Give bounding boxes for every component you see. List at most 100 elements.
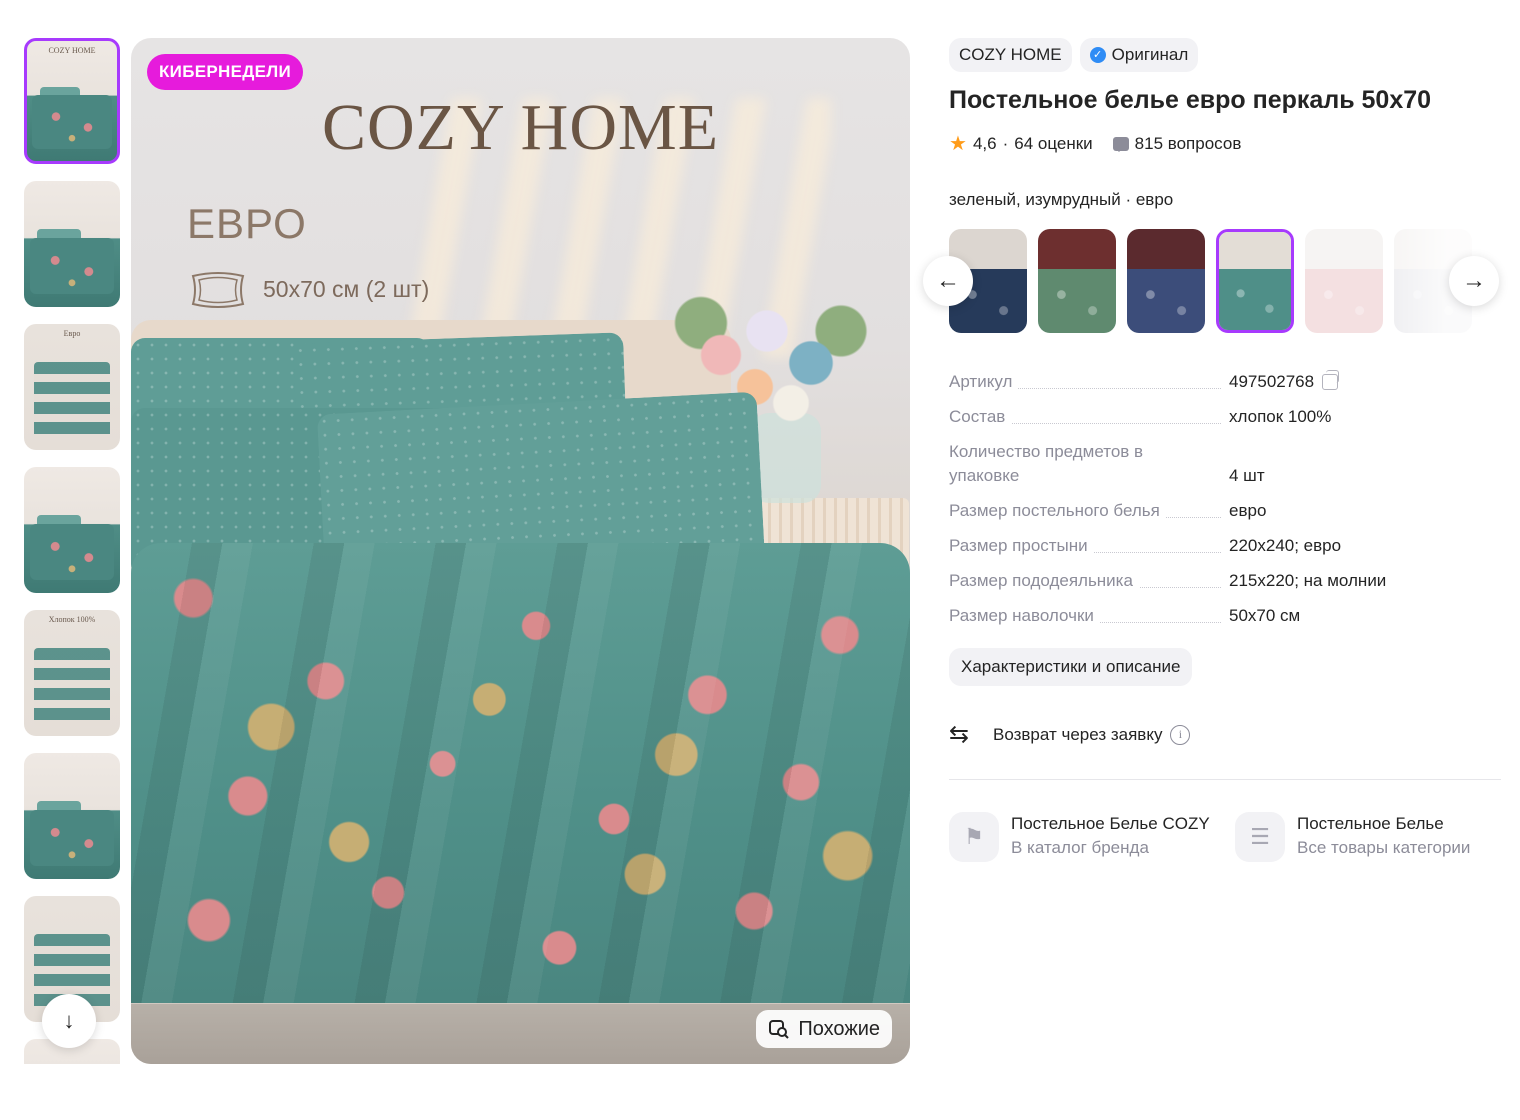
spec-value-cell: 497502768 — [1229, 370, 1340, 394]
similar-search-icon — [769, 1020, 790, 1039]
star-icon: ★ — [949, 133, 967, 155]
thumbnail-bed — [32, 95, 112, 149]
variant-bedding — [1219, 269, 1291, 330]
specs-list: Артикул 497502768 Состав хлопок 100% Количес… — [949, 370, 1501, 639]
spec-row: Размер простыни 220х240; евро — [949, 534, 1501, 558]
spec-label: Артикул — [949, 372, 1019, 391]
color-variant-thumbnail[interactable] — [1216, 229, 1294, 333]
thumbnail-content — [33, 361, 111, 440]
carousel-next-button[interactable]: → — [1449, 256, 1499, 306]
spec-value-cell: евро — [1229, 499, 1266, 523]
spec-label-cell: Количество предметов в упаковке — [949, 440, 1169, 488]
color-variant-thumbnail[interactable] — [1038, 229, 1116, 333]
variant-backdrop — [1305, 229, 1383, 269]
spec-value: 220х240; евро — [1229, 536, 1342, 555]
related-links: ⚑ Постельное Белье COZY HOME В каталог бре… — [949, 812, 1501, 862]
thumbnail-bed — [29, 523, 115, 581]
gallery-thumbnail[interactable] — [24, 753, 120, 879]
arrow-down-icon: ↓ — [63, 1008, 75, 1033]
thumbnail-caption: Евро — [63, 329, 81, 338]
color-variant-thumbnail[interactable] — [1305, 229, 1383, 333]
spec-label: Размер постельного белья — [949, 501, 1166, 520]
spec-row: Размер постельного белья евро — [949, 499, 1501, 523]
image-size-title: ЕВРО — [187, 200, 307, 247]
gallery-thumbnail[interactable]: Хлопок 100% — [24, 610, 120, 736]
brand-chip[interactable]: COZY HOME — [949, 38, 1072, 72]
duvet-folds — [131, 543, 910, 1003]
spec-row: Состав хлопок 100% — [949, 405, 1501, 429]
layers-icon: ☰ — [1235, 812, 1285, 862]
carousel-prev-button[interactable]: ← — [923, 256, 973, 306]
original-label: Оригинал — [1111, 45, 1189, 64]
link-text: Постельное Белье COZY HOME В каталог брен… — [1011, 812, 1213, 860]
variant-carousel: ← → — [923, 229, 1501, 333]
questions-link[interactable]: 815 вопросов — [1135, 134, 1242, 154]
spec-value-cell: 220х240; евро — [1229, 534, 1341, 558]
thumbnail-caption: COZY HOME — [48, 46, 96, 55]
brand-chips: COZY HOME ✓ Оригинал — [949, 38, 1501, 72]
brand-catalog-link[interactable]: ⚑ Постельное Белье COZY HOME В каталог бре… — [949, 812, 1213, 862]
spec-value: евро — [1229, 501, 1267, 520]
spec-value: 497502768 — [1229, 372, 1315, 391]
spec-value: 215х220; на молнии — [1229, 571, 1387, 590]
original-chip[interactable]: ✓ Оригинал — [1079, 38, 1199, 72]
spec-row: Артикул 497502768 — [949, 370, 1501, 394]
link-subtitle: В каталог бренда — [1011, 838, 1149, 857]
gallery-thumbnail[interactable]: COZY HOME — [24, 38, 120, 164]
thumbnail-bed — [29, 237, 115, 295]
spec-label-cell: Состав — [949, 405, 1229, 429]
main-product-image[interactable]: COZY HOME ЕВРО 50х70 см (2 шт) КИБЕРНЕДЕ… — [131, 38, 910, 1064]
link-text: Постельное Белье Все товары категории — [1297, 812, 1470, 860]
spec-label-cell: Размер наволочки — [949, 604, 1229, 628]
spec-label-cell: Размер постельного белья — [949, 499, 1229, 523]
rating-value[interactable]: 4,6 — [973, 134, 997, 154]
thumbnail-caption: Хлопок 100% — [48, 615, 96, 624]
return-policy: ⇆ Возврат через заявку i — [949, 720, 1191, 749]
characteristics-button[interactable]: Характеристики и описание — [949, 648, 1193, 686]
spec-label: Количество предметов в упаковке — [949, 442, 1144, 485]
thumbnail-content — [33, 647, 111, 726]
link-title: Постельное Белье COZY HOME — [1011, 814, 1213, 833]
tag-icon: ⚑ — [949, 812, 999, 862]
variant-backdrop — [1038, 229, 1116, 269]
category-link[interactable]: ☰ Постельное Белье Все товары категории — [1235, 812, 1499, 862]
variant-backdrop — [1127, 229, 1205, 269]
product-info-panel: COZY HOME ✓ Оригинал Постельное белье ев… — [923, 38, 1501, 862]
gallery-thumbnail[interactable] — [24, 467, 120, 593]
spec-value-cell: 215х220; на молнии — [1229, 569, 1386, 593]
question-bubble-icon — [1112, 136, 1129, 152]
variant-backdrop — [1219, 232, 1291, 270]
rating-separator: · — [1002, 133, 1009, 153]
thumbnail-strip: COZY HOME Евро Хлопок 100% — [24, 38, 120, 1064]
spec-label-cell: Размер простыни — [949, 534, 1229, 558]
spec-value-cell: 4 шт — [1229, 464, 1265, 488]
spec-label: Размер простыни — [949, 536, 1094, 555]
reviews-link[interactable]: 64 оценки — [1014, 134, 1092, 154]
variant-bedding — [1127, 268, 1205, 333]
spec-value: 50х70 см — [1229, 606, 1301, 625]
spec-row: Размер пододеяльника 215х220; на молнии — [949, 569, 1501, 593]
link-title: Постельное Белье — [1297, 814, 1444, 833]
spec-row: Размер наволочки 50х70 см — [949, 604, 1501, 628]
gallery-thumbnail[interactable]: Евро — [24, 324, 120, 450]
spec-label: Размер пододеяльника — [949, 571, 1139, 590]
product-title: Постельное белье евро перкаль 50х70 — [949, 86, 1432, 114]
spec-label-cell: Размер пододеяльника — [949, 569, 1229, 593]
divider — [949, 779, 1501, 780]
info-icon[interactable]: i — [1170, 724, 1191, 745]
copy-icon[interactable] — [1322, 370, 1340, 390]
spec-value-cell: хлопок 100% — [1229, 405, 1331, 429]
spec-label: Состав — [949, 407, 1012, 426]
color-variant-thumbnail[interactable] — [1127, 229, 1205, 333]
scroll-thumbnails-down-button[interactable]: ↓ — [42, 994, 96, 1048]
image-brand-text: COZY HOME — [321, 91, 720, 164]
verified-check-icon: ✓ — [1089, 47, 1106, 63]
spec-label: Размер наволочки — [949, 606, 1100, 625]
variant-label: зеленый, изумрудный · евро — [949, 190, 1174, 209]
spec-value: хлопок 100% — [1229, 407, 1332, 426]
spec-value: 4 шт — [1229, 466, 1265, 485]
thumbnail-bed — [29, 809, 115, 867]
return-text: Возврат через заявку — [993, 724, 1163, 744]
gallery-thumbnail[interactable] — [24, 181, 120, 307]
similar-button[interactable]: Похожие — [756, 1010, 892, 1048]
